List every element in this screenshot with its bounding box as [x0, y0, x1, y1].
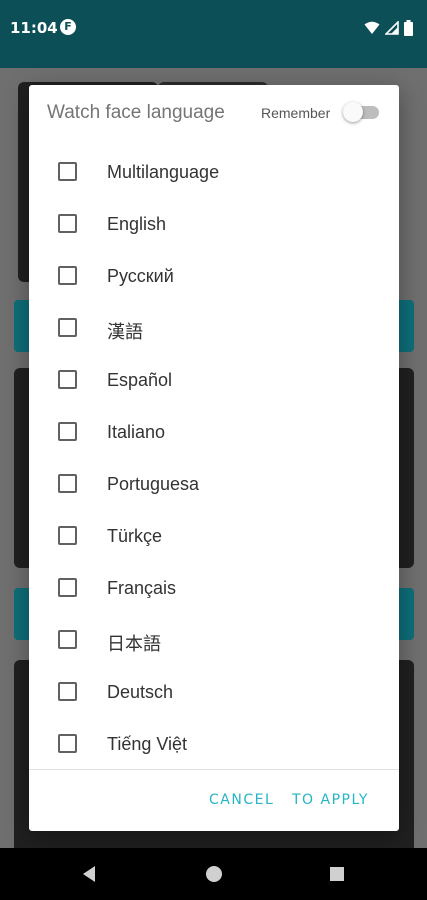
toggle-thumb [343, 102, 363, 122]
language-item-russian[interactable]: Русский [29, 251, 399, 303]
language-item-chinese[interactable]: 漢語 [29, 303, 399, 355]
status-icons [364, 20, 413, 36]
checkbox[interactable] [58, 266, 77, 285]
home-icon[interactable] [204, 864, 224, 884]
checkbox[interactable] [58, 630, 77, 649]
checkbox[interactable] [58, 162, 77, 181]
remember-label: Remember [261, 105, 331, 121]
checkbox[interactable] [58, 214, 77, 233]
cancel-button[interactable]: CANCEL [209, 792, 274, 808]
language-label: Portuguesa [107, 474, 200, 494]
battery-icon [404, 20, 413, 36]
wifi-icon [364, 21, 380, 34]
language-item-spanish[interactable]: Español [29, 355, 399, 407]
checkbox[interactable] [58, 422, 77, 441]
language-item-vietnamese[interactable]: Tiếng Việt [29, 719, 399, 769]
language-label: English [107, 214, 167, 234]
language-item-german[interactable]: Deutsch [29, 667, 399, 719]
language-item-french[interactable]: Français [29, 563, 399, 615]
dialog-divider [29, 769, 399, 770]
language-label: Русский [107, 266, 174, 286]
language-label: 漢語 [107, 322, 143, 342]
checkbox[interactable] [58, 578, 77, 597]
language-item-english[interactable]: English [29, 199, 399, 251]
checkbox[interactable] [58, 370, 77, 389]
navigation-bar [0, 848, 427, 900]
language-label: Deutsch [107, 682, 174, 702]
checkbox[interactable] [58, 734, 77, 753]
checkbox[interactable] [58, 526, 77, 545]
checkbox[interactable] [58, 318, 77, 337]
notification-badge: F [60, 19, 76, 35]
status-time: 11:04 [10, 19, 58, 37]
language-label: Türkçe [107, 526, 163, 546]
language-item-multilanguage[interactable]: Multilanguage [29, 147, 399, 199]
language-label: Italiano [107, 422, 166, 442]
checkbox[interactable] [58, 682, 77, 701]
language-item-portuguese[interactable]: Portuguesa [29, 459, 399, 511]
language-dialog: Watch face language Remember Multilangua… [29, 85, 399, 831]
checkbox[interactable] [58, 474, 77, 493]
remember-toggle[interactable] [343, 102, 379, 122]
status-bar: 11:04 F [0, 0, 427, 68]
dialog-title: Watch face language [47, 102, 225, 123]
signal-icon [385, 21, 399, 35]
apply-button[interactable]: TO APPLY [292, 792, 369, 808]
language-label: Multilanguage [107, 162, 220, 182]
language-label: Español [107, 370, 173, 390]
language-label: 日本語 [107, 634, 161, 654]
language-label: Tiếng Việt [107, 734, 188, 754]
language-label: Français [107, 578, 177, 598]
language-item-japanese[interactable]: 日本語 [29, 615, 399, 667]
language-list[interactable]: Multilanguage English Русский 漢語 Español… [29, 147, 399, 769]
language-item-italian[interactable]: Italiano [29, 407, 399, 459]
language-item-turkish[interactable]: Türkçe [29, 511, 399, 563]
back-icon[interactable] [80, 864, 100, 884]
recents-icon[interactable] [327, 864, 347, 884]
